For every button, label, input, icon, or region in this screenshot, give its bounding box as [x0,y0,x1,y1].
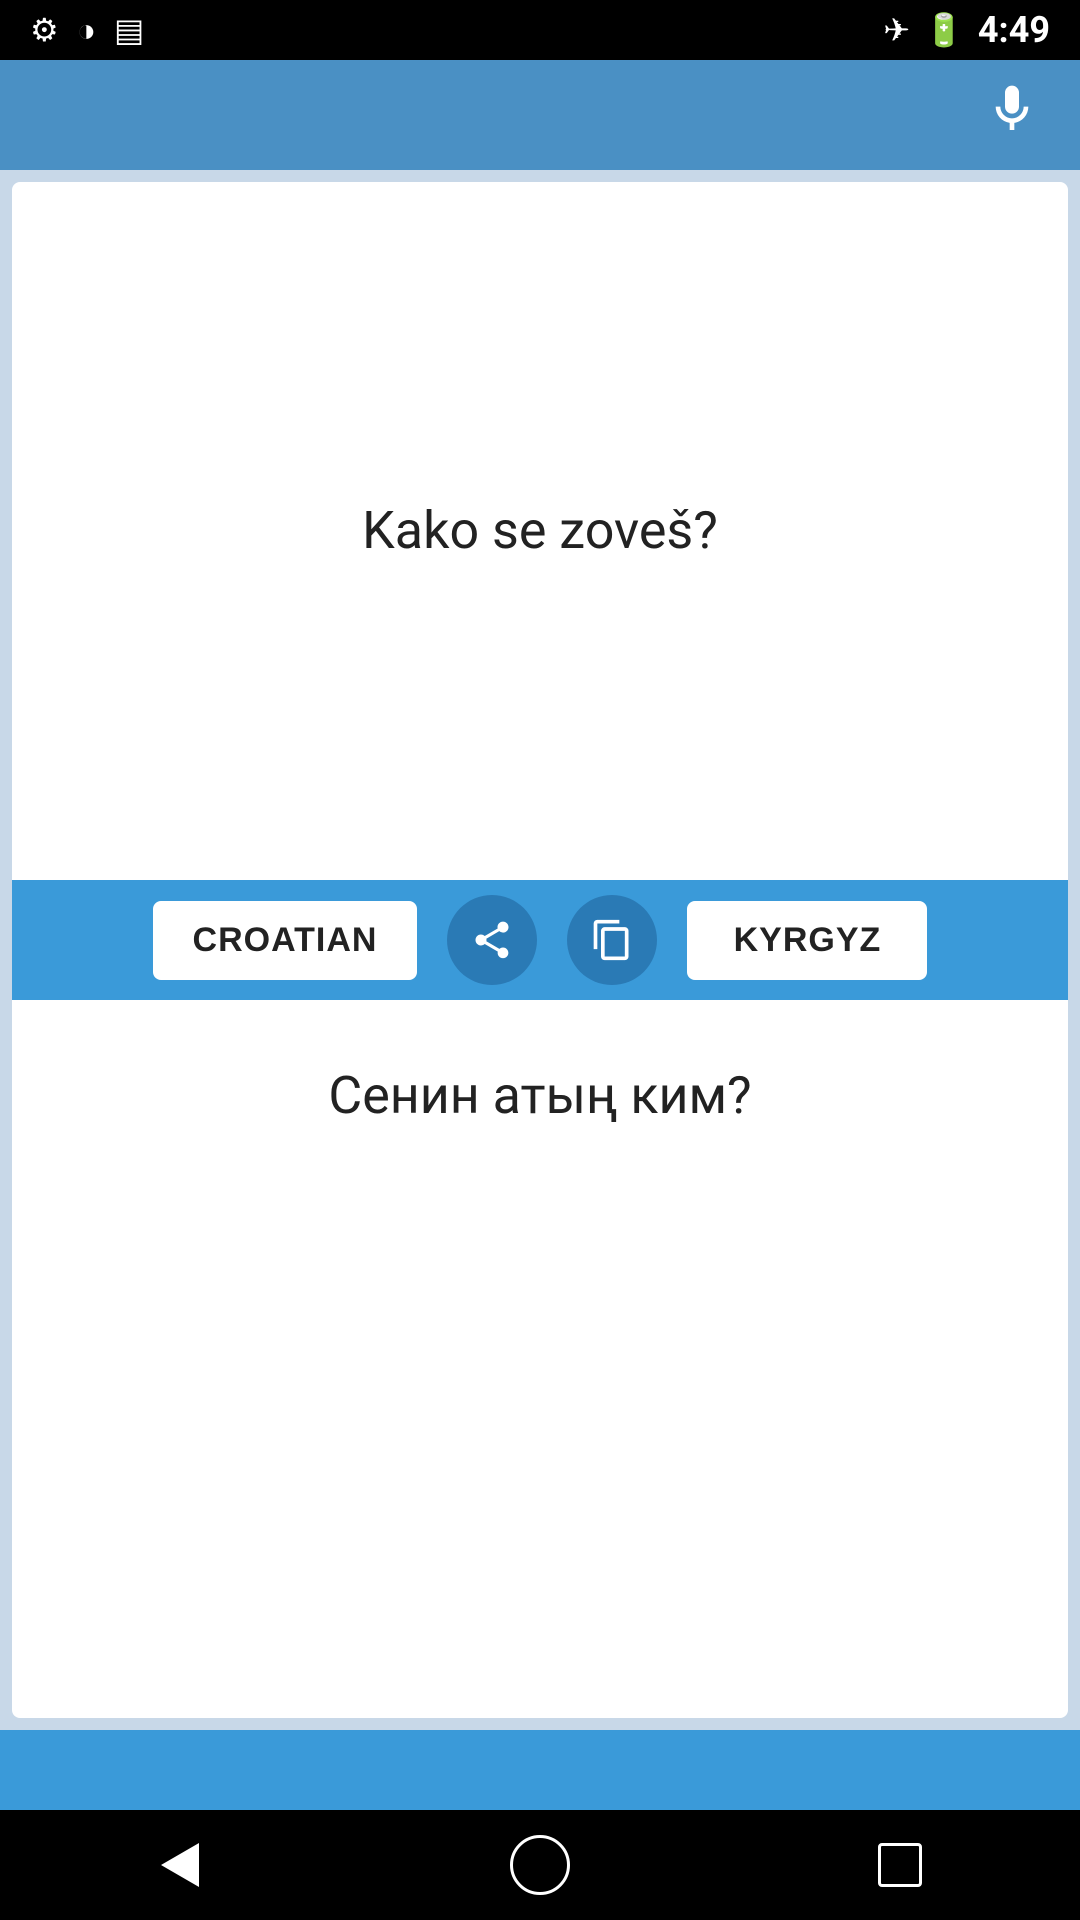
settings-icon [30,11,59,49]
battery-icon [924,11,964,49]
main-content: Kako se zoveš? CROATIAN KYRGYZ Сенин аты… [0,170,1080,1730]
circle-half-icon [77,11,96,49]
microphone-button[interactable] [984,81,1040,150]
nav-back-button[interactable] [130,1815,230,1915]
status-bar: 4:49 [0,0,1080,60]
status-bar-left [30,11,144,49]
nav-recent-button[interactable] [850,1815,950,1915]
source-text-box: Kako se zoveš? [12,182,1068,880]
share-button[interactable] [447,895,537,985]
language-bar: CROATIAN KYRGYZ [12,880,1068,1000]
source-language-button[interactable]: CROATIAN [153,901,418,980]
target-text-box: Сенин атың ким? [12,1000,1068,1718]
target-language-button[interactable]: KYRGYZ [687,901,927,980]
bottom-action-bar [0,1730,1080,1810]
home-icon [510,1835,570,1895]
status-bar-right: 4:49 [883,9,1050,51]
target-text: Сенин атың ким? [328,1060,751,1133]
source-text: Kako se zoveš? [362,495,718,568]
nav-bar [0,1810,1080,1920]
recent-apps-icon [878,1843,922,1887]
airplane-icon [883,11,910,49]
back-icon [161,1843,199,1887]
copy-button[interactable] [567,895,657,985]
status-time: 4:49 [978,9,1050,51]
toolbar [0,60,1080,170]
sd-card-icon [114,11,144,49]
nav-home-button[interactable] [490,1815,590,1915]
